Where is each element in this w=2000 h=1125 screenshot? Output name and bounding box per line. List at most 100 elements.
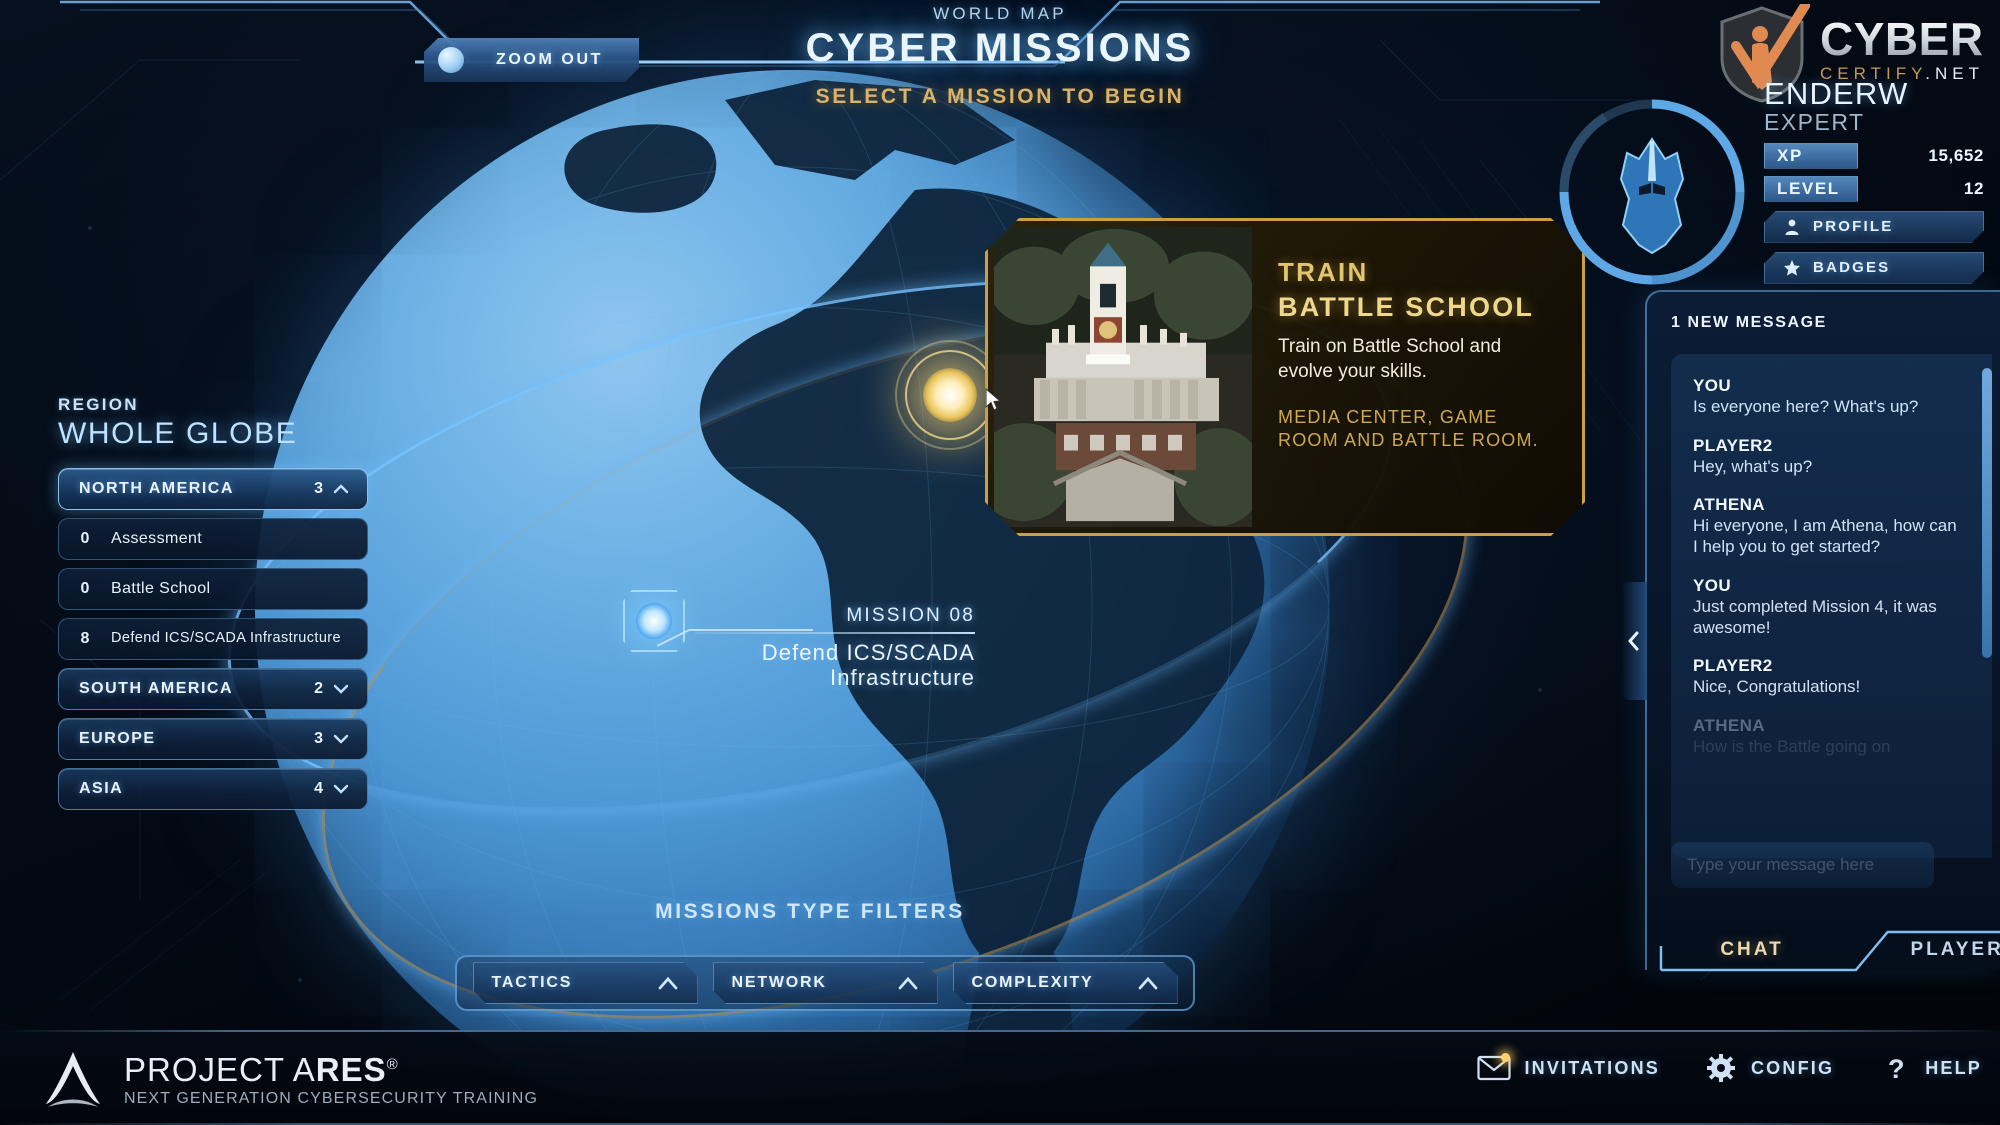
chat-panel: 1 NEW MESSAGE YOU Is everyone here? What… — [1621, 290, 2000, 972]
region-count: 2 — [314, 680, 323, 697]
region-count: 4 — [314, 780, 323, 797]
badges-label: BADGES — [1813, 259, 1891, 277]
region-label: NORTH AMERICA — [79, 480, 234, 497]
region-kicker: REGION — [58, 395, 139, 414]
profile-label: PROFILE — [1813, 218, 1894, 236]
logo-main-text: CYBER — [1820, 13, 1984, 65]
cyber-certify-wordmark: CYBER CERTIFY.NET — [1820, 4, 1984, 84]
chat-tabs: CHAT PLAYERS — [1647, 906, 2000, 972]
gear-icon — [1704, 1054, 1738, 1082]
chat-author: PLAYER2 — [1693, 435, 1773, 455]
mission-name: Battle School — [111, 579, 211, 597]
tooltip-title: BATTLE SCHOOL — [1278, 292, 1535, 322]
world-map-screen: MISSION 08 Defend ICS/SCADA Infrastructu… — [0, 0, 2000, 1125]
filter-tactics[interactable]: TACTICS — [473, 962, 698, 1004]
chat-text: Nice, Congratulations! — [1693, 677, 1861, 697]
globe-mission-divider — [695, 632, 975, 634]
globe-mission-label: MISSION 08 Defend ICS/SCADA Infrastructu… — [695, 605, 975, 690]
region-row-asia[interactable]: ASIA 4 — [58, 768, 368, 810]
region-label: ASIA — [79, 780, 124, 797]
chat-message-list[interactable]: YOU Is everyone here? What's up? PLAYER2… — [1671, 354, 1992, 858]
chat-text: Just completed Mission 4, it was awesome… — [1693, 596, 1937, 637]
badges-button[interactable]: BADGES — [1764, 252, 1984, 284]
chat-message: YOU Just completed Mission 4, it was awe… — [1693, 576, 1962, 638]
ares-title-part2: RES — [315, 1050, 387, 1088]
chat-message: PLAYER2 Nice, Congratulations! — [1693, 656, 1962, 698]
filter-label: TACTICS — [491, 974, 573, 991]
ares-wordmark: PROJECT ARES® NEXT GENERATION CYBERSECUR… — [124, 1053, 538, 1108]
mission-row-battle-school[interactable]: 0 Battle School — [58, 568, 368, 610]
invitations-button[interactable]: INVITATIONS — [1477, 1053, 1660, 1082]
footer-top-divider — [0, 1030, 2000, 1032]
ares-title-part1: PROJECT A — [124, 1050, 316, 1088]
mission-count: 8 — [80, 630, 90, 647]
tooltip-description: Train on Battle School and evolve your s… — [1278, 336, 1502, 382]
tab-players[interactable]: PLAYERS — [1875, 930, 2000, 970]
filter-network[interactable]: NETWORK — [713, 962, 938, 1004]
region-count: 3 — [314, 480, 323, 497]
ares-tagline: NEXT GENERATION CYBERSECURITY TRAINING — [124, 1089, 539, 1107]
chat-author: PLAYER2 — [1693, 656, 1773, 676]
user-name: ENDERW — [1764, 76, 1909, 111]
globe-mission-name-2: Infrastructure — [829, 664, 975, 690]
invitations-label: INVITATIONS — [1524, 1057, 1660, 1078]
avatar[interactable] — [1555, 95, 1750, 290]
profile-button[interactable]: PROFILE — [1764, 211, 1984, 243]
region-panel: REGION WHOLE GLOBE NORTH AMERICA 3 0 Ass… — [58, 395, 368, 818]
chat-text: Hey, what's up? — [1693, 456, 1813, 476]
filters-title: MISSIONS TYPE FILTERS — [655, 900, 965, 923]
filter-complexity[interactable]: COMPLEXITY — [953, 962, 1178, 1004]
region-count: 3 — [314, 730, 323, 747]
person-icon — [1783, 218, 1801, 236]
chat-scrollbar[interactable] — [1982, 368, 1992, 658]
region-row-south-america[interactable]: SOUTH AMERICA 2 — [58, 668, 368, 710]
chat-new-message-count: 1 NEW MESSAGE — [1671, 314, 1827, 331]
region-row-europe[interactable]: EUROPE 3 — [58, 718, 368, 760]
help-button[interactable]: ? HELP — [1878, 1054, 1982, 1084]
project-ares-logo: PROJECT ARES® NEXT GENERATION CYBERSECUR… — [42, 1050, 538, 1110]
globe-mission-name-1: Defend ICS/SCADA — [761, 640, 975, 665]
tooltip-rooms: MEDIA CENTER, GAME ROOM AND BATTLE ROOM. — [1278, 407, 1539, 451]
mission-tooltip-card[interactable]: TRAIN BATTLE SCHOOL Train on Battle Scho… — [985, 218, 1585, 536]
chevron-up-icon — [897, 976, 919, 990]
chevron-down-icon — [333, 681, 349, 697]
question-icon: ? — [1878, 1054, 1912, 1084]
level-label: LEVEL — [1764, 175, 1858, 202]
chat-text: Is everyone here? What's up? — [1693, 397, 1919, 416]
zoom-out-label: ZOOM OUT — [495, 51, 603, 68]
xp-value: 15,652 — [1928, 145, 1984, 165]
mission-row-defend-ics-scada[interactable]: 8 Defend ICS/SCADA Infrastructure — [58, 618, 368, 660]
mission-name: Defend ICS/SCADA Infrastructure — [111, 630, 341, 647]
chat-message: PLAYER2 Hey, what's up? — [1693, 436, 1962, 478]
config-button[interactable]: CONFIG — [1704, 1054, 1834, 1082]
xp-stat-row: XP 15,652 — [1764, 142, 1984, 169]
page-title-block: WORLD MAP CYBER MISSIONS SELECT A MISSIO… — [0, 4, 2000, 109]
config-label: CONFIG — [1750, 1057, 1835, 1078]
chat-message: YOU Is everyone here? What's up? — [1693, 376, 1962, 418]
globe-icon — [438, 47, 464, 73]
user-hud: ENDERW EXPERT XP 15,652 LEVEL 12 PROFILE… — [1764, 76, 1984, 284]
chevron-up-icon — [1137, 976, 1159, 990]
globe-mission-number: MISSION 08 — [846, 605, 975, 626]
zoom-out-button[interactable]: ZOOM OUT — [424, 38, 639, 82]
mission-row-assessment[interactable]: 0 Assessment — [58, 518, 368, 560]
chat-input[interactable]: Type your message here — [1671, 842, 1934, 888]
mission-thumbnail — [994, 227, 1252, 527]
ares-title: PROJECT ARES® — [124, 1053, 538, 1086]
mail-icon — [1477, 1053, 1512, 1082]
chat-author: ATHENA — [1693, 716, 1765, 736]
chat-author: ATHENA — [1693, 495, 1765, 515]
region-label: EUROPE — [79, 730, 156, 747]
chat-message: ATHENA Hi everyone, I am Athena, how can… — [1693, 495, 1962, 557]
region-label: SOUTH AMERICA — [79, 680, 234, 697]
star-icon — [1783, 259, 1801, 277]
ares-mark-icon — [42, 1050, 104, 1110]
level-stat-row: LEVEL 12 — [1764, 175, 1984, 202]
tooltip-kicker: TRAIN — [1278, 257, 1369, 287]
tab-chat[interactable]: CHAT — [1667, 930, 1837, 970]
chat-collapse-toggle[interactable] — [1621, 582, 1647, 700]
chat-message: ATHENA How is the Battle going on — [1693, 716, 1962, 758]
mission-type-filters: TACTICS NETWORK COMPLEXITY — [455, 955, 1195, 1011]
chat-input-placeholder: Type your message here — [1687, 855, 1875, 874]
region-row-north-america[interactable]: NORTH AMERICA 3 — [58, 468, 368, 510]
